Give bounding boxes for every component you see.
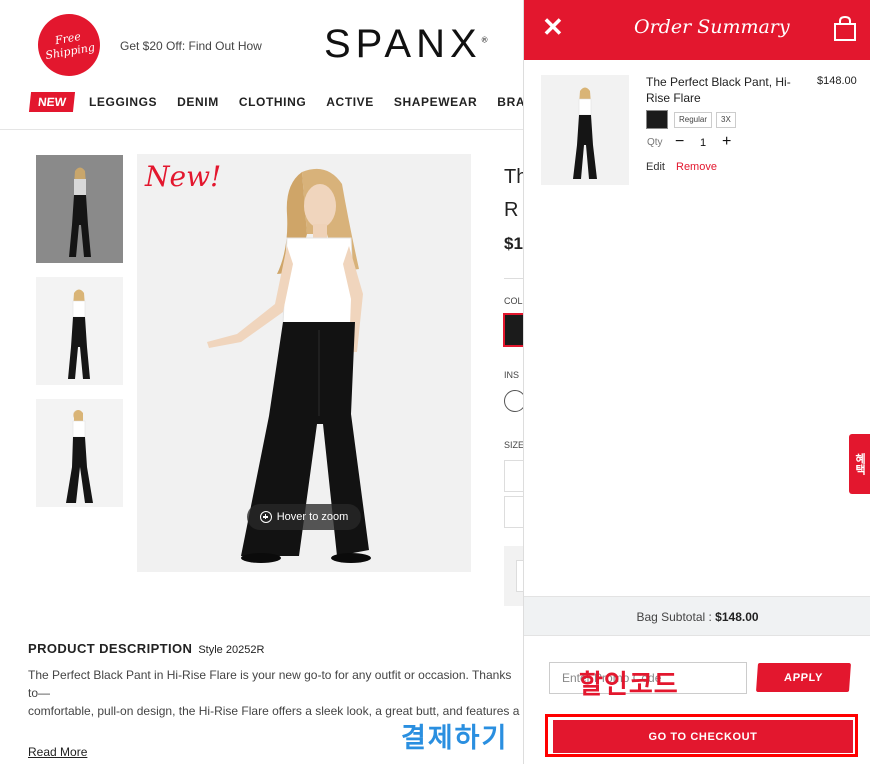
thumbnail-3[interactable]: [36, 399, 123, 507]
promo-link[interactable]: Get $20 Off: Find Out How: [120, 39, 262, 53]
subtotal-label: Bag Subtotal :: [636, 610, 712, 624]
nav-item-new[interactable]: NEW: [28, 92, 76, 112]
nav-item-denim[interactable]: DENIM: [177, 95, 219, 109]
product-price: $1: [504, 234, 523, 253]
cart-item-size: 3X: [716, 112, 736, 128]
nav-item-clothing[interactable]: CLOTHING: [239, 95, 306, 109]
cart-item-image[interactable]: [541, 75, 629, 185]
bag-subtotal: Bag Subtotal : $148.00: [524, 596, 870, 636]
qty-label: Qty: [647, 137, 663, 148]
product-description-text: The Perfect Black Pant in Hi-Rise Flare …: [28, 668, 520, 718]
thumbnail-1[interactable]: [36, 155, 123, 263]
model-front-image: [36, 155, 123, 263]
nav-item-leggings[interactable]: LEGGINGS: [89, 95, 157, 109]
remove-link[interactable]: Remove: [676, 161, 717, 173]
badge-line-2: Shipping: [44, 40, 96, 63]
checkout-annotation: 결제하기: [401, 723, 509, 754]
main-nav: NEW LEGGINGS DENIM CLOTHING ACTIVE SHAPE…: [28, 92, 578, 112]
drawer-title: Order Summary: [634, 16, 790, 38]
nav-item-active[interactable]: ACTIVE: [326, 95, 374, 109]
main-product-image[interactable]: New! Hover to zoom: [137, 154, 471, 572]
cart-item-color-swatch: [646, 110, 668, 129]
divider: [504, 278, 524, 279]
logo-text: SPANX: [324, 22, 482, 66]
close-icon[interactable]: ✕: [542, 14, 564, 40]
read-more-link[interactable]: Read More: [28, 745, 87, 759]
zoom-plus-icon: [259, 511, 272, 523]
style-number: Style 20252R: [198, 644, 265, 656]
new-tag: New!: [145, 160, 222, 193]
qty-plus-button[interactable]: +: [722, 133, 731, 151]
spanx-logo[interactable]: SPANX®: [324, 22, 488, 67]
apply-button[interactable]: APPLY: [755, 663, 852, 692]
color-label: COL: [504, 296, 523, 306]
model-front-alt-image: [36, 277, 123, 385]
model-side-image: [36, 399, 123, 507]
size-option-2[interactable]: [504, 496, 524, 528]
shopping-bag-icon[interactable]: [833, 16, 857, 42]
cart-item-inseam: Regular: [674, 112, 713, 128]
cart-item-price: $148.00: [817, 75, 857, 87]
size-option-1[interactable]: [504, 460, 524, 492]
add-to-bag-area: [504, 546, 525, 606]
order-summary-drawer: ✕ Order Summary The Perfect Black Pant, …: [523, 0, 870, 764]
product-description-heading: PRODUCT DESCRIPTION Style 20252R: [28, 641, 264, 656]
size-label: SIZE: [504, 440, 525, 450]
edit-link[interactable]: Edit: [646, 161, 665, 173]
zoom-hint-text: Hover to zoom: [276, 511, 349, 523]
thumbnail-2[interactable]: [36, 277, 123, 385]
qty-minus-button[interactable]: −: [675, 133, 684, 151]
qty-value: 1: [700, 137, 707, 149]
free-shipping-badge[interactable]: Free Shipping: [33, 9, 105, 81]
cart-item-name[interactable]: The Perfect Black Pant, Hi-Rise Flare: [646, 74, 808, 106]
nav-item-shapewear[interactable]: SHAPEWEAR: [394, 95, 477, 109]
logo-registered-mark: ®: [481, 35, 488, 45]
promo-code-input[interactable]: [549, 662, 747, 694]
hover-to-zoom-pill[interactable]: Hover to zoom: [247, 504, 361, 530]
product-title-line-2: R: [504, 199, 519, 221]
side-benefits-tab[interactable]: 혜택: [849, 434, 870, 494]
subtotal-value: $148.00: [715, 610, 759, 624]
drawer-header: ✕ Order Summary: [524, 0, 870, 60]
cart-model-image: [541, 75, 629, 185]
go-to-checkout-button[interactable]: GO TO CHECKOUT: [553, 720, 853, 753]
description-title: PRODUCT DESCRIPTION: [28, 641, 193, 656]
color-swatch-black[interactable]: [503, 313, 525, 347]
inseam-label: INS: [504, 370, 520, 380]
